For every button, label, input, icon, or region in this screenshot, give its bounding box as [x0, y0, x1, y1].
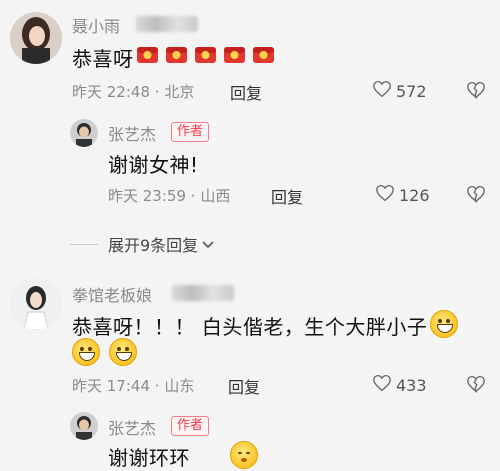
comment-meta: 昨天 22:48 · 北京: [72, 81, 194, 102]
reply-button[interactable]: 回复: [230, 80, 262, 104]
meta-separator: ·: [186, 187, 201, 205]
blurred-badge: [136, 16, 198, 32]
red-envelope-emoji: [136, 45, 159, 64]
author-tag: 作者: [171, 416, 210, 436]
like-button[interactable]: 572: [372, 80, 427, 102]
meta-separator: ·: [150, 377, 165, 395]
reply-author-name[interactable]: 张艺杰: [108, 415, 156, 439]
dislike-button[interactable]: [466, 185, 486, 207]
comment-location: 山东: [164, 377, 195, 395]
comment-time: 昨天 22:48: [72, 83, 150, 101]
expand-line: [70, 243, 98, 245]
author-tag: 作者: [171, 122, 210, 142]
red-envelope-emoji: [252, 45, 275, 64]
chevron-down-icon: [201, 235, 215, 254]
like-count: 433: [396, 375, 427, 395]
avatar-user-1[interactable]: [10, 12, 62, 64]
emoji-row: [72, 338, 138, 366]
festive-emoji-row: [136, 44, 281, 64]
comment-text-line1: 恭喜呀！！！ 白头偕老，生个大胖小子: [72, 311, 427, 340]
reply-text: 谢谢环环: [108, 442, 190, 471]
reply-button[interactable]: 回复: [228, 374, 260, 398]
comment-time: 昨天 17:44: [72, 377, 150, 395]
like-count: 126: [399, 185, 430, 205]
reply-text-body: 谢谢环环: [108, 446, 190, 470]
heart-outline-icon: [375, 184, 395, 206]
like-button[interactable]: 433: [372, 374, 427, 396]
red-envelope-emoji: [223, 45, 246, 64]
comment-text-body: 恭喜呀: [72, 47, 134, 71]
like-count: 572: [396, 81, 427, 101]
heart-outline-icon: [372, 374, 392, 396]
dislike-button[interactable]: [466, 81, 486, 103]
reply-text: 谢谢女神!: [108, 153, 199, 177]
broken-heart-icon: [466, 375, 486, 397]
like-button[interactable]: 126: [375, 184, 430, 206]
comment-location: 北京: [164, 83, 195, 101]
blurred-badge: [172, 285, 234, 301]
comment-meta: 昨天 17:44 · 山东: [72, 375, 194, 396]
reply-author-name[interactable]: 张艺杰: [108, 121, 156, 145]
avatar-author[interactable]: [70, 119, 98, 147]
heart-outline-icon: [372, 80, 392, 102]
grinning-face-emoji: [109, 338, 138, 366]
expand-replies-button[interactable]: 展开9条回复: [70, 232, 215, 256]
commenter-name[interactable]: 拳馆老板娘: [72, 282, 152, 306]
reply-button[interactable]: 回复: [271, 184, 303, 208]
dislike-button[interactable]: [466, 375, 486, 397]
avatar-user-2[interactable]: [10, 278, 62, 330]
comment-text-body: 恭喜呀！！！ 白头偕老，生个大胖小子: [72, 315, 428, 339]
reply-time: 昨天 23:59: [108, 187, 186, 205]
commenter-name[interactable]: 聂小雨: [72, 13, 120, 37]
broken-heart-icon: [466, 185, 486, 207]
grinning-face-emoji: [72, 338, 100, 366]
red-envelope-emoji: [194, 45, 217, 64]
shy-face-emoji: [230, 441, 259, 469]
broken-heart-icon: [466, 81, 486, 103]
comment-text: 恭喜呀: [72, 43, 134, 72]
grinning-face-emoji: [430, 310, 458, 338]
red-envelope-emoji: [165, 45, 188, 64]
reply-location: 山西: [200, 187, 231, 205]
meta-separator: ·: [150, 83, 165, 101]
reply-meta: 昨天 23:59 · 山西: [108, 185, 230, 206]
expand-replies-label: 展开9条回复: [108, 236, 199, 255]
avatar-author[interactable]: [70, 412, 98, 440]
